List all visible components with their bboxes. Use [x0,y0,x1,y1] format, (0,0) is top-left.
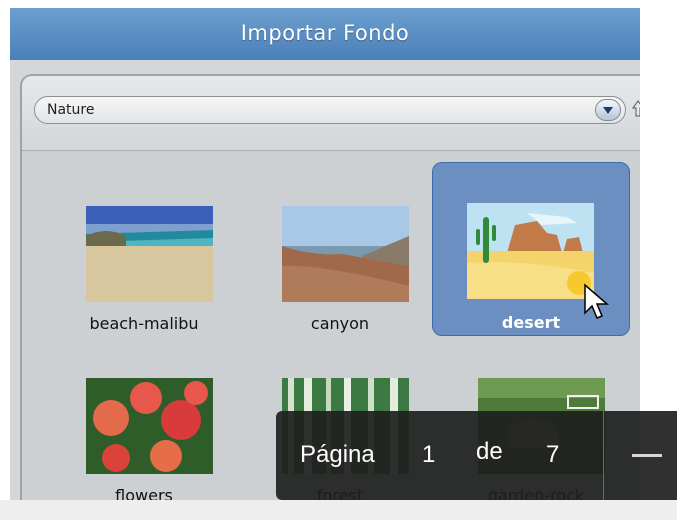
beach-malibu-thumbnail [86,206,213,302]
total-pages: 7 [546,441,560,468]
upload-icon[interactable] [632,100,640,118]
category-select[interactable]: Nature [34,96,626,124]
toolbar: Nature [22,76,640,151]
page-indicator: Página 1 de 7 [276,411,677,500]
current-page: 1 [422,441,436,468]
item-label: beach-malibu [89,314,199,333]
of-label: de [476,438,503,465]
canyon-thumbnail [282,206,409,302]
background-item-canyon[interactable]: canyon [242,164,438,336]
category-select-value: Nature [47,102,95,118]
window-title: Importar Fondo [10,8,640,60]
desert-thumbnail [467,203,594,299]
item-label: canyon [310,314,370,333]
flowers-thumbnail [86,378,213,474]
background-item-desert[interactable]: desert [432,162,630,336]
background-item-flowers[interactable]: flowers [46,336,242,508]
background-item-beach-malibu[interactable]: beach-malibu [46,164,242,336]
chevron-down-icon[interactable] [595,99,621,121]
mouse-pointer-icon [584,283,610,319]
bottom-strip [0,500,677,520]
pager-divider [603,411,604,500]
page-label: Página [300,441,375,468]
zoom-out-icon[interactable] [632,454,662,457]
